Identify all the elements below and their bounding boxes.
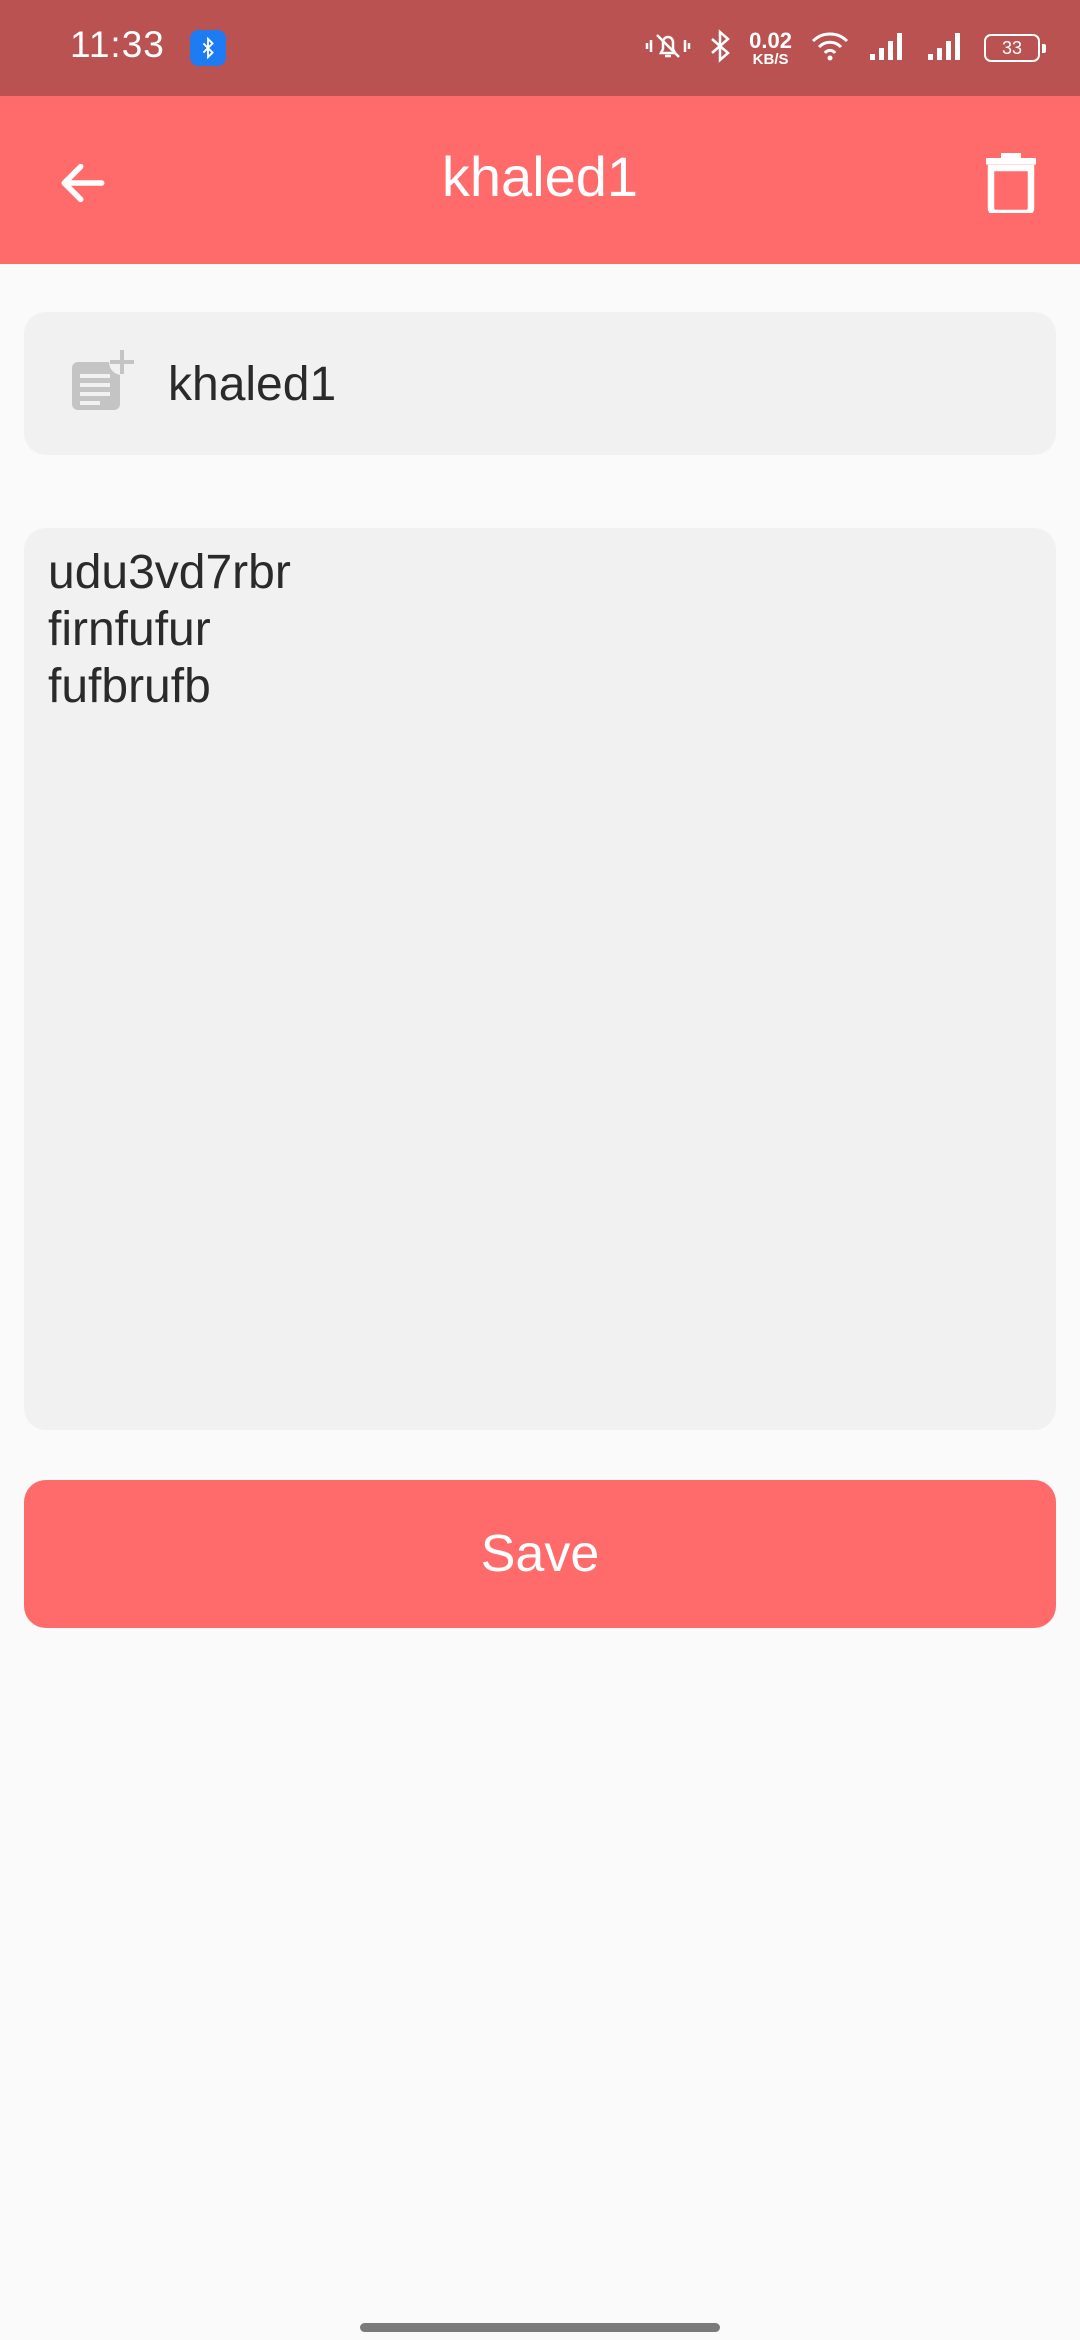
signal-icon bbox=[868, 30, 908, 67]
status-time: 11:33 bbox=[70, 24, 165, 65]
bluetooth-app-icon bbox=[190, 30, 226, 66]
home-indicator[interactable] bbox=[360, 2323, 720, 2332]
network-speed: 0.02 KB/S bbox=[749, 27, 792, 68]
save-button[interactable]: Save bbox=[24, 1480, 1056, 1628]
back-button[interactable] bbox=[40, 140, 126, 226]
status-icons: 0.02 KB/S 33 bbox=[645, 22, 1046, 74]
status-bar: 11:33 0.02 KB/S 33 bbox=[0, 0, 1080, 96]
content-field: udu3vd7rbr firnfufur fufbrufb bbox=[24, 528, 1056, 1430]
page-title: khaled1 bbox=[441, 145, 639, 208]
delete-button[interactable] bbox=[968, 140, 1054, 226]
title-field bbox=[24, 312, 1056, 455]
network-speed-value: 0.02 bbox=[749, 27, 792, 53]
note-add-icon bbox=[66, 348, 136, 418]
mute-vibrate-icon bbox=[645, 29, 691, 68]
battery-level: 33 bbox=[1001, 37, 1023, 58]
signal-icon bbox=[926, 30, 966, 67]
battery-icon: 33 bbox=[984, 34, 1046, 62]
content-input[interactable]: udu3vd7rbr firnfufur fufbrufb bbox=[48, 544, 1038, 1404]
arrow-left-icon bbox=[61, 163, 105, 203]
network-speed-unit: KB/S bbox=[752, 50, 789, 68]
wifi-icon bbox=[810, 29, 850, 68]
trash-icon bbox=[986, 153, 1036, 213]
app-bar: khaled1 bbox=[0, 96, 1080, 264]
title-input[interactable] bbox=[168, 342, 1028, 426]
bluetooth-icon bbox=[709, 28, 731, 68]
